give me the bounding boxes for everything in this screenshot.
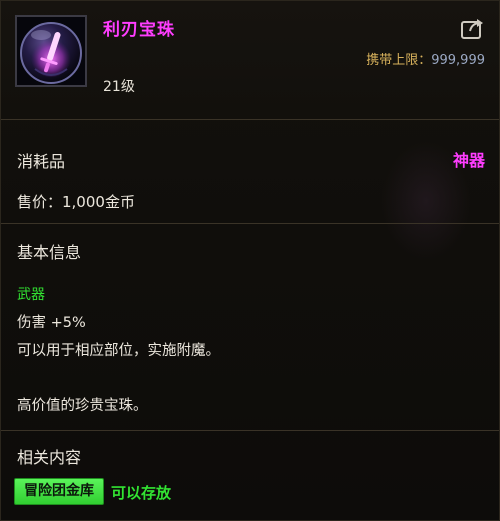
item-tooltip: 利刃宝珠 21级 携带上限：999,999 消耗品 神器 售价：1,000金币 … — [0, 0, 500, 521]
guild-storage-button[interactable]: 冒险团金库 — [14, 478, 104, 505]
divider — [1, 430, 499, 431]
share-icon — [461, 19, 483, 39]
storable-text: 可以存放 — [111, 484, 172, 502]
related-content-title: 相关内容 — [17, 448, 82, 467]
item-level: 21级 — [103, 79, 135, 95]
carry-limit: 携带上限：999,999 — [366, 49, 485, 68]
damage-effect: 伤害 +5% — [17, 315, 86, 331]
item-category: 消耗品 — [17, 152, 66, 171]
item-grade: 神器 — [452, 151, 485, 170]
item-name: 利刃宝珠 — [103, 20, 175, 40]
carry-limit-value: 999,999 — [431, 53, 485, 68]
usage-description: 可以用于相应部位，实施附魔。 — [17, 343, 220, 359]
share-button[interactable] — [461, 18, 485, 40]
basic-info-title: 基本信息 — [17, 243, 82, 262]
item-price: 售价：1,000金币 — [17, 193, 135, 211]
orb-with-sword-icon — [15, 15, 87, 87]
flavor-text: 高价值的珍贵宝珠。 — [17, 398, 148, 414]
weapon-slot-tag: 武器 — [17, 287, 45, 303]
orb-icon-graphic — [17, 17, 85, 85]
tooltip-header: 利刃宝珠 21级 携带上限：999,999 — [1, 1, 499, 119]
carry-limit-label: 携带上限： — [366, 53, 432, 68]
divider — [1, 223, 499, 224]
divider — [1, 119, 499, 120]
